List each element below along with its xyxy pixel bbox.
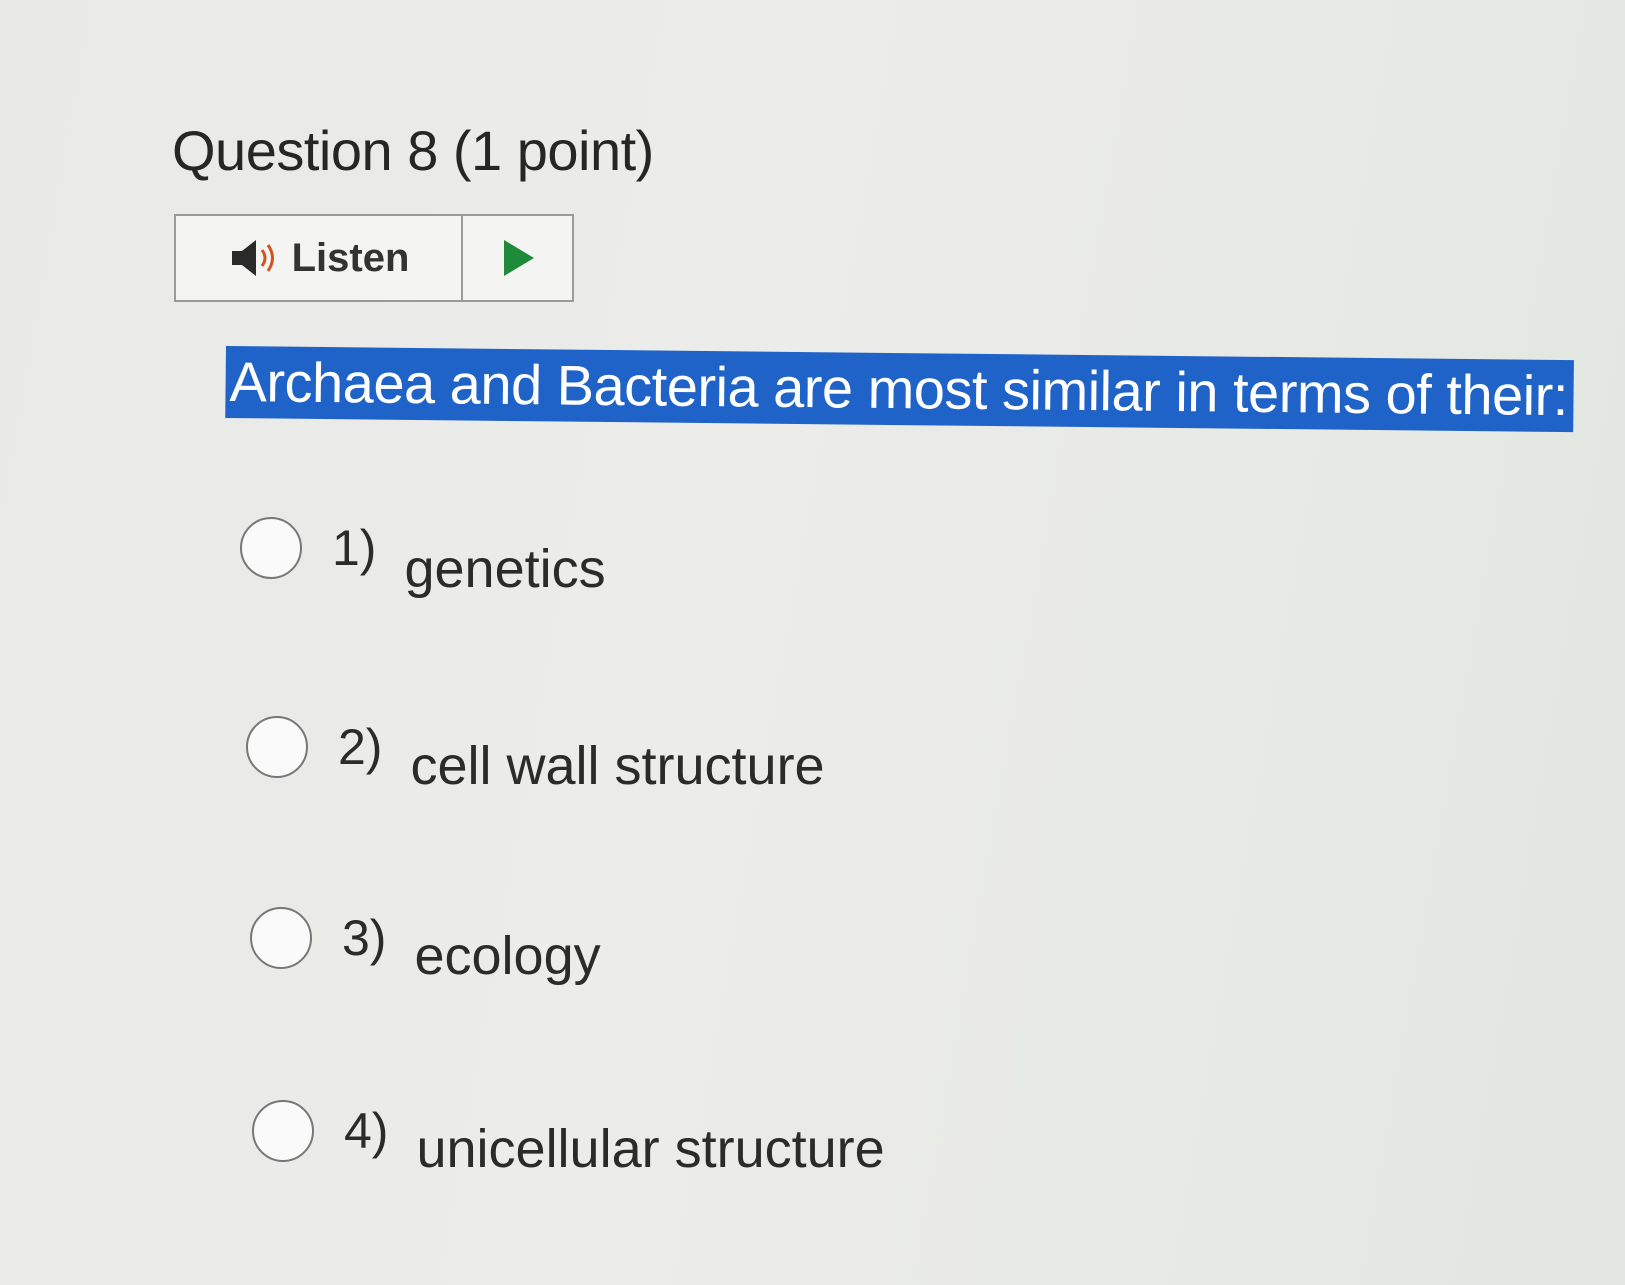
play-icon	[503, 240, 534, 276]
answer-option[interactable]: 4) unicellular structure	[252, 1082, 885, 1180]
option-number: 1)	[332, 520, 377, 576]
radio-button[interactable]	[250, 907, 312, 969]
listen-widget: Listen	[174, 214, 574, 302]
answer-option[interactable]: 2) cell wall structure	[246, 697, 825, 797]
listen-label: Listen	[291, 235, 410, 280]
option-label: unicellular structure	[416, 1119, 885, 1179]
question-title: Question 8 (1 point)	[172, 119, 654, 182]
option-number: 3)	[342, 910, 387, 966]
listen-button[interactable]: Listen	[176, 216, 463, 300]
question-prompt-container: Archaea and Bacteria are most similar in…	[225, 346, 1586, 433]
answer-option[interactable]: 3) ecology	[250, 889, 601, 987]
option-number: 4)	[344, 1103, 389, 1159]
question-prompt: Archaea and Bacteria are most similar in…	[225, 346, 1575, 433]
speaker-icon	[228, 236, 284, 280]
radio-button[interactable]	[246, 716, 308, 778]
option-label: genetics	[404, 539, 606, 599]
radio-button[interactable]	[252, 1100, 314, 1162]
answer-option[interactable]: 1) genetics	[240, 496, 606, 600]
option-label: ecology	[414, 926, 601, 986]
option-label: cell wall structure	[410, 736, 825, 796]
radio-button[interactable]	[240, 517, 302, 579]
option-number: 2)	[338, 719, 383, 775]
play-button[interactable]	[463, 216, 572, 300]
